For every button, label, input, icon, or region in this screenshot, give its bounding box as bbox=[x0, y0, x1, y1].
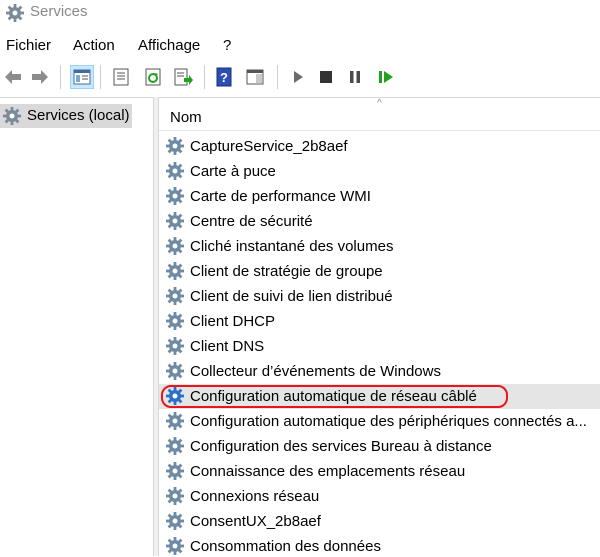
services-list: CaptureService_2b8aef Carte à puce Carte… bbox=[159, 134, 600, 557]
service-row[interactable]: Client DHCP bbox=[159, 309, 600, 334]
service-name: CaptureService_2b8aef bbox=[190, 138, 348, 155]
service-row[interactable]: Cliché instantané des volumes bbox=[159, 234, 600, 259]
service-gear-icon bbox=[166, 462, 184, 480]
service-row[interactable]: Client de stratégie de groupe bbox=[159, 259, 600, 284]
help-icon[interactable]: ? bbox=[213, 66, 235, 88]
services-gear-icon bbox=[3, 107, 21, 125]
service-name: Consommation des données bbox=[190, 538, 381, 555]
forward-arrow-icon[interactable] bbox=[29, 66, 51, 88]
service-name: Configuration automatique de réseau câbl… bbox=[190, 388, 477, 405]
service-gear-icon bbox=[166, 337, 184, 355]
start-service-icon[interactable] bbox=[287, 66, 309, 88]
service-gear-icon bbox=[166, 162, 184, 180]
service-name: Collecteur d’événements de Windows bbox=[190, 363, 441, 380]
service-gear-icon bbox=[166, 187, 184, 205]
service-gear-icon bbox=[166, 487, 184, 505]
menu-action[interactable]: Action bbox=[73, 37, 115, 54]
service-row[interactable]: CaptureService_2b8aef bbox=[159, 134, 600, 159]
services-list-pane: ^ Nom CaptureService_2b8aef Carte à puce… bbox=[159, 97, 600, 557]
resume-service-icon[interactable] bbox=[375, 66, 397, 88]
service-row[interactable]: Client de suivi de lien distribué bbox=[159, 284, 600, 309]
back-arrow-icon[interactable] bbox=[2, 66, 24, 88]
service-gear-icon bbox=[166, 237, 184, 255]
service-row[interactable]: Collecteur d’événements de Windows bbox=[159, 359, 600, 384]
properties-icon[interactable] bbox=[110, 66, 132, 88]
service-name: Client DHCP bbox=[190, 313, 276, 330]
service-name: Carte de performance WMI bbox=[190, 188, 371, 205]
service-gear-icon bbox=[166, 412, 184, 430]
column-header-label: Nom bbox=[170, 109, 202, 126]
service-name: Cliché instantané des volumes bbox=[190, 238, 394, 255]
service-row[interactable]: Connexions réseau bbox=[159, 484, 600, 509]
service-row[interactable]: Consommation des données bbox=[159, 534, 600, 557]
menu-affichage[interactable]: Affichage bbox=[138, 37, 200, 54]
menu-bar: Fichier Action Affichage ? bbox=[0, 34, 600, 58]
toolbar-separator bbox=[277, 65, 278, 89]
tree-item-services-local[interactable]: Services (local) bbox=[0, 104, 132, 128]
service-gear-icon bbox=[166, 362, 184, 380]
service-name: Client DNS bbox=[190, 338, 265, 355]
service-row[interactable]: Connaissance des emplacements réseau bbox=[159, 459, 600, 484]
svg-text:?: ? bbox=[220, 70, 228, 85]
service-gear-icon bbox=[166, 312, 184, 330]
console-tree-icon[interactable] bbox=[70, 65, 94, 89]
service-name: Client de stratégie de groupe bbox=[190, 263, 383, 280]
menu-help[interactable]: ? bbox=[223, 37, 231, 54]
service-row[interactable]: Client DNS bbox=[159, 334, 600, 359]
service-gear-icon bbox=[166, 512, 184, 530]
toolbar-separator bbox=[204, 65, 205, 89]
column-header-nom[interactable]: ^ Nom bbox=[159, 98, 600, 131]
service-row[interactable]: Carte de performance WMI bbox=[159, 184, 600, 209]
title-bar: Services bbox=[0, 0, 600, 26]
toolbar-separator bbox=[60, 65, 61, 89]
service-row[interactable]: Configuration automatique de réseau câbl… bbox=[159, 384, 600, 409]
service-name: Client de suivi de lien distribué bbox=[190, 288, 393, 305]
stop-service-icon[interactable] bbox=[315, 66, 337, 88]
service-name: Carte à puce bbox=[190, 163, 276, 180]
window-title: Services bbox=[30, 3, 88, 20]
sort-ascending-icon: ^ bbox=[377, 98, 382, 109]
menu-fichier[interactable]: Fichier bbox=[6, 37, 51, 54]
service-row[interactable]: Carte à puce bbox=[159, 159, 600, 184]
pause-service-icon[interactable] bbox=[344, 66, 366, 88]
service-gear-icon bbox=[166, 537, 184, 555]
service-gear-icon bbox=[166, 287, 184, 305]
service-gear-icon bbox=[166, 137, 184, 155]
refresh-icon[interactable] bbox=[142, 66, 164, 88]
console-tree-pane: Services (local) bbox=[0, 97, 153, 557]
service-row[interactable]: ConsentUX_2b8aef bbox=[159, 509, 600, 534]
service-row[interactable]: Configuration des services Bureau à dist… bbox=[159, 434, 600, 459]
service-gear-icon bbox=[166, 387, 184, 405]
service-gear-icon bbox=[166, 212, 184, 230]
service-row[interactable]: Configuration automatique des périphériq… bbox=[159, 409, 600, 434]
service-name: Configuration automatique des périphériq… bbox=[190, 413, 587, 430]
toolbar: ? bbox=[0, 62, 600, 92]
service-name: Centre de sécurité bbox=[190, 213, 313, 230]
service-gear-icon bbox=[166, 437, 184, 455]
service-name: Connexions réseau bbox=[190, 488, 320, 505]
tree-item-label: Services (local) bbox=[27, 107, 130, 124]
service-gear-icon bbox=[166, 262, 184, 280]
service-row[interactable]: Centre de sécurité bbox=[159, 209, 600, 234]
export-list-icon[interactable] bbox=[172, 66, 194, 88]
toolbar-separator bbox=[100, 65, 101, 89]
action-pane-icon[interactable] bbox=[244, 66, 266, 88]
service-name: Configuration des services Bureau à dist… bbox=[190, 438, 492, 455]
service-name: Connaissance des emplacements réseau bbox=[190, 463, 466, 480]
service-name: ConsentUX_2b8aef bbox=[190, 513, 321, 530]
services-gear-icon bbox=[6, 4, 24, 22]
